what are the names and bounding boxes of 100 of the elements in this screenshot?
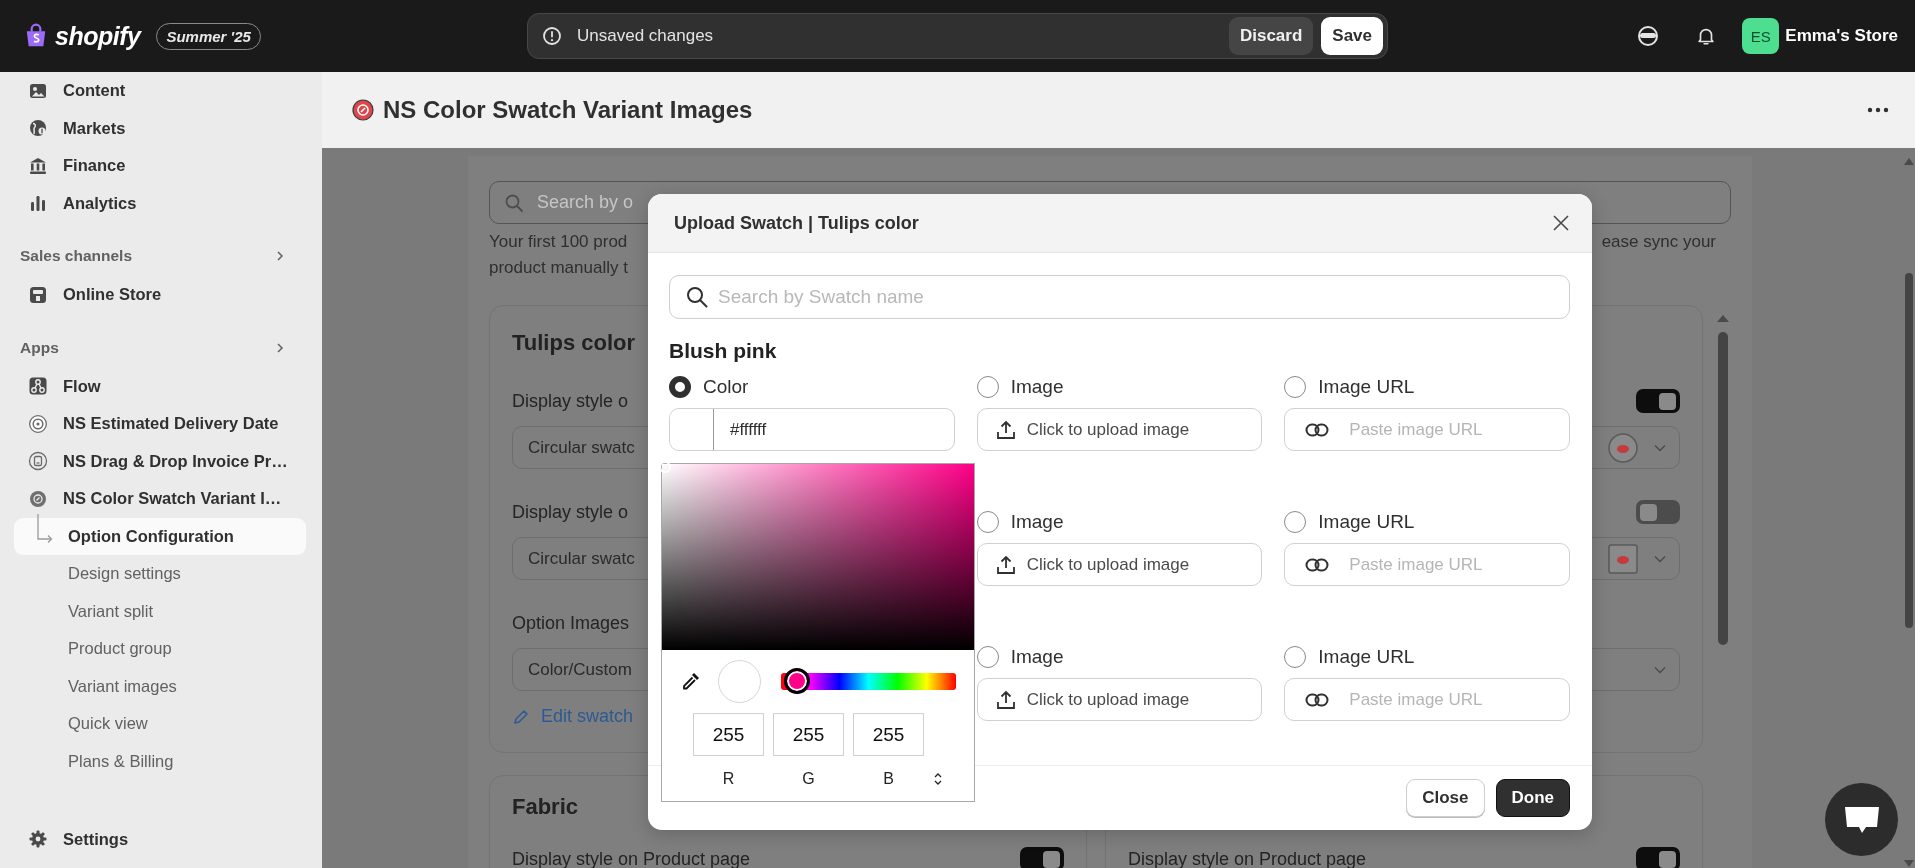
- toggle-switch[interactable]: [1636, 389, 1680, 413]
- store-icon: [28, 284, 48, 305]
- done-button[interactable]: Done: [1495, 779, 1570, 817]
- eyedropper-icon[interactable]: [680, 670, 702, 692]
- flow-icon: [28, 376, 48, 397]
- chevron-right-icon[interactable]: [274, 341, 286, 354]
- nav-item[interactable]: Design settings: [14, 555, 306, 593]
- option-label: Image URL: [1318, 646, 1415, 668]
- search-icon: [504, 192, 524, 213]
- settings-icon: [28, 829, 48, 850]
- radio-button[interactable]: [1284, 376, 1307, 398]
- notice-text: ease sync your: [1601, 231, 1717, 253]
- store-avatar[interactable]: ES: [1742, 18, 1780, 54]
- discard-button[interactable]: Discard: [1228, 17, 1314, 55]
- upload-button[interactable]: Click to upload image: [976, 678, 1263, 721]
- radio-button[interactable]: [669, 376, 691, 398]
- url-field[interactable]: Paste image URL: [1284, 543, 1570, 586]
- toggle-switch[interactable]: [1020, 847, 1064, 868]
- document-icon: [28, 451, 48, 472]
- link-icon: [1305, 692, 1330, 707]
- card-title: Fabric: [512, 794, 579, 820]
- option-label: Image: [1010, 511, 1064, 533]
- radio-button[interactable]: [976, 376, 999, 398]
- section-heading[interactable]: Apps: [20, 338, 59, 357]
- nav-item[interactable]: Markets: [14, 109, 306, 147]
- chevron-right-icon[interactable]: [274, 250, 286, 262]
- radio-button[interactable]: [976, 646, 999, 668]
- url-field[interactable]: Paste image URL: [1284, 408, 1570, 451]
- save-button[interactable]: Save: [1321, 17, 1383, 55]
- unsaved-message: Unsaved changes: [577, 26, 715, 46]
- toggle-switch[interactable]: [1636, 847, 1680, 868]
- link-icon: [1305, 557, 1330, 572]
- nav-item[interactable]: Variant split: [14, 592, 306, 630]
- nav-item[interactable]: NS Estimated Delivery Date: [14, 405, 306, 443]
- nav-item[interactable]: Analytics: [14, 184, 306, 222]
- nav-item[interactable]: Option Configuration: [14, 517, 306, 555]
- nav-item[interactable]: Online Store: [14, 276, 306, 314]
- search-field[interactable]: Search by Swatch name: [669, 275, 1570, 319]
- channel-label: R: [722, 770, 735, 788]
- upload-button[interactable]: Click to upload image: [976, 543, 1263, 586]
- up-down-arrows-icon[interactable]: [933, 772, 943, 786]
- brand-wordmark: shopify: [55, 21, 141, 51]
- page-title: NS Color Swatch Variant Images: [383, 96, 754, 124]
- bar-chart-icon: [28, 193, 48, 214]
- alert-icon: [542, 26, 562, 46]
- more-icon[interactable]: [1867, 107, 1889, 113]
- radio-button[interactable]: [1284, 511, 1307, 533]
- url-field[interactable]: Paste image URL: [1284, 678, 1570, 721]
- card-title: Tulips color: [512, 330, 636, 356]
- close-button[interactable]: Close: [1406, 779, 1485, 817]
- upload-icon: [994, 553, 1017, 576]
- nav-item[interactable]: Settings: [14, 820, 306, 858]
- helmet-icon[interactable]: [1636, 24, 1661, 48]
- nav-item[interactable]: Product group: [14, 630, 306, 668]
- channel-input[interactable]: 255: [853, 713, 924, 756]
- option-label: Image URL: [1318, 511, 1415, 533]
- setting-label: Display style on Product page: [1128, 848, 1367, 868]
- channel-input[interactable]: 255: [693, 713, 764, 756]
- pencil-icon: [512, 707, 530, 726]
- nav-item[interactable]: NS Drag & Drop Invoice Pr…: [14, 442, 306, 480]
- setting-label: Display style o: [512, 501, 629, 523]
- bank-icon: [28, 155, 48, 176]
- nav-item[interactable]: Plans & Billing: [14, 742, 306, 780]
- setting-label: Display style on Product page: [512, 848, 751, 868]
- search-icon: [685, 285, 709, 309]
- swatch-name: Blush pink: [669, 338, 778, 364]
- close-icon: [1552, 214, 1570, 232]
- app-icon: [28, 488, 48, 509]
- nav-item[interactable]: Flow: [14, 367, 306, 405]
- nav-item[interactable]: NS Color Swatch Variant I…: [14, 480, 306, 518]
- color-swatch: [670, 409, 714, 450]
- toggle-switch[interactable]: [1636, 500, 1680, 524]
- channel-label: B: [883, 770, 894, 788]
- nav-item[interactable]: Finance: [14, 147, 306, 185]
- modal-title: Upload Swatch | Tulips color: [674, 212, 919, 234]
- store-name[interactable]: Emma's Store: [1785, 26, 1898, 46]
- setting-label: Option Images: [512, 612, 630, 634]
- nav-item[interactable]: Content: [14, 72, 306, 110]
- slider-thumb[interactable]: [783, 668, 810, 694]
- nav-item[interactable]: Quick view: [14, 705, 306, 743]
- link-icon: [1305, 422, 1330, 437]
- setting-label: Display style o: [512, 390, 629, 412]
- option-label: Image URL: [1318, 376, 1415, 398]
- upload-icon: [994, 688, 1017, 711]
- radio-button[interactable]: [1284, 646, 1307, 668]
- nav-item[interactable]: Variant images: [14, 667, 306, 705]
- notice-text: Your first 100 prod product manually t: [489, 231, 628, 279]
- option-label: Image: [1010, 646, 1064, 668]
- channel-label: G: [802, 770, 815, 788]
- channel-input[interactable]: 255: [773, 713, 844, 756]
- option-label: Color: [703, 376, 749, 398]
- upload-button[interactable]: Click to upload image: [976, 408, 1263, 451]
- section-heading[interactable]: Sales channels: [20, 247, 132, 265]
- color-preview: [718, 659, 761, 703]
- picker-handle[interactable]: [659, 461, 671, 473]
- app-logo-icon: [352, 99, 374, 121]
- radio-button[interactable]: [976, 511, 999, 533]
- option-label: Image: [1010, 376, 1064, 398]
- target-icon: [28, 413, 48, 434]
- color-gradient-area[interactable]: [662, 464, 974, 650]
